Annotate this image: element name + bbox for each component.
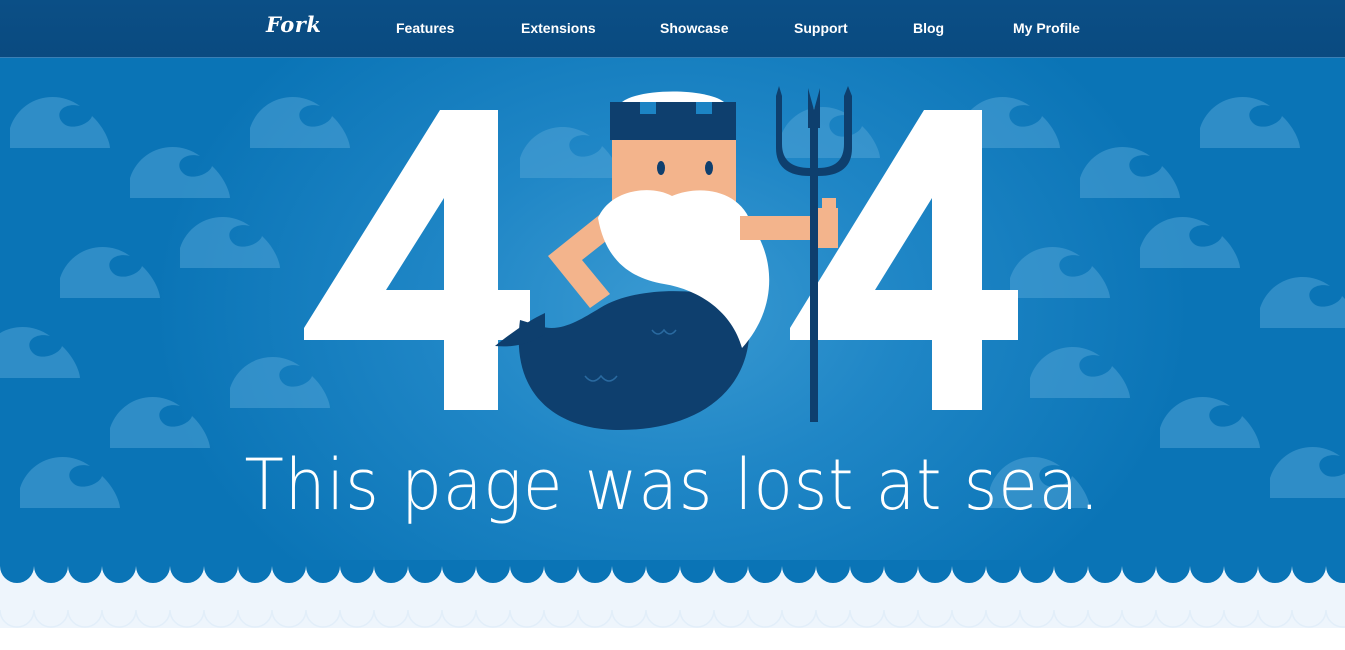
hero-404: This page was lost at sea. — [0, 58, 1345, 588]
nav-showcase[interactable]: Showcase — [660, 20, 728, 38]
lost-at-sea-message: This page was lost at sea. — [244, 444, 1101, 526]
digit-four-left — [304, 110, 530, 410]
nav-support[interactable]: Support — [794, 20, 848, 38]
page: Fork Features Extensions Showcase Suppor… — [0, 0, 1345, 650]
nav-extensions[interactable]: Extensions — [521, 20, 596, 38]
nav-blog[interactable]: Blog — [913, 20, 944, 38]
fork-logo[interactable]: Fork — [266, 12, 321, 37]
wave-divider — [0, 560, 1345, 650]
top-nav: Fork Features Extensions Showcase Suppor… — [0, 0, 1345, 58]
nav-features[interactable]: Features — [396, 20, 454, 38]
nav-my-profile[interactable]: My Profile — [1013, 20, 1080, 38]
